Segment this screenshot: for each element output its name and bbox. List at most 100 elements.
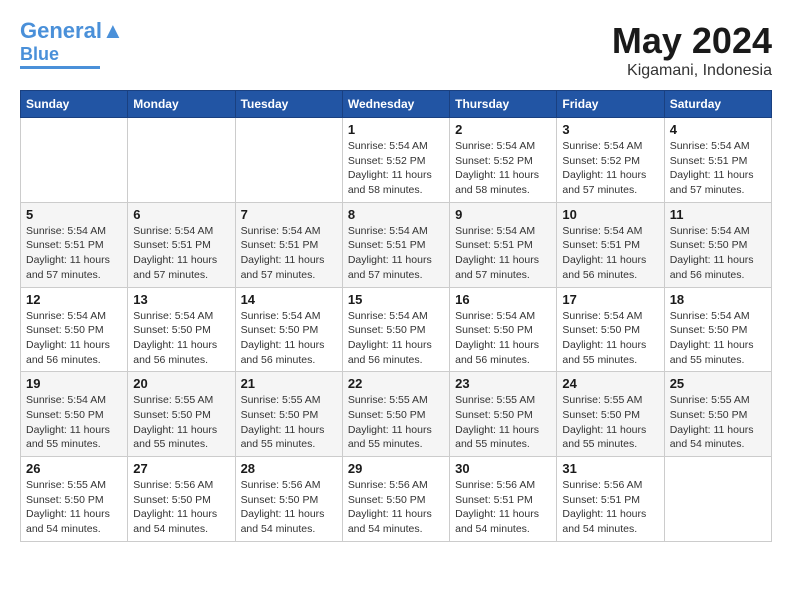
day-info: Sunrise: 5:54 AM Sunset: 5:52 PM Dayligh…	[455, 139, 551, 198]
table-row: 9 Sunrise: 5:54 AM Sunset: 5:51 PM Daylig…	[450, 202, 557, 287]
day-number: 5	[26, 207, 122, 222]
table-row: 11 Sunrise: 5:54 AM Sunset: 5:50 PM Dayli…	[664, 202, 771, 287]
table-row: 23 Sunrise: 5:55 AM Sunset: 5:50 PM Dayli…	[450, 372, 557, 457]
day-info: Sunrise: 5:54 AM Sunset: 5:51 PM Dayligh…	[241, 224, 337, 283]
col-sunday: Sunday	[21, 91, 128, 118]
day-number: 25	[670, 376, 766, 391]
table-row: 14Sunrise: 5:54 AM Sunset: 5:50 PM Dayli…	[235, 287, 342, 372]
calendar-header-row: Sunday Monday Tuesday Wednesday Thursday…	[21, 91, 772, 118]
day-number: 6	[133, 207, 229, 222]
table-row: 2 Sunrise: 5:54 AM Sunset: 5:52 PM Daylig…	[450, 118, 557, 203]
calendar-week-row: 5 Sunrise: 5:54 AM Sunset: 5:51 PM Daylig…	[21, 202, 772, 287]
logo-text: General▲ Blue	[20, 20, 124, 64]
table-row: 19 Sunrise: 5:54 AM Sunset: 5:50 PM Dayli…	[21, 372, 128, 457]
day-number: 13	[133, 292, 229, 307]
day-number: 8	[348, 207, 444, 222]
day-info: Sunrise: 5:55 AM Sunset: 5:50 PM Dayligh…	[670, 393, 766, 452]
day-number: 18	[670, 292, 766, 307]
table-row: 31 Sunrise: 5:56 AM Sunset: 5:51 PM Dayli…	[557, 457, 664, 542]
day-info: Sunrise: 5:55 AM Sunset: 5:50 PM Dayligh…	[348, 393, 444, 452]
day-number: 24	[562, 376, 658, 391]
day-info: Sunrise: 5:54 AM Sunset: 5:50 PM Dayligh…	[26, 393, 122, 452]
col-friday: Friday	[557, 91, 664, 118]
table-row: 20Sunrise: 5:55 AM Sunset: 5:50 PM Dayli…	[128, 372, 235, 457]
col-tuesday: Tuesday	[235, 91, 342, 118]
logo-general: General	[20, 18, 102, 43]
day-info: Sunrise: 5:56 AM Sunset: 5:51 PM Dayligh…	[562, 478, 658, 537]
day-info: Sunrise: 5:54 AM Sunset: 5:51 PM Dayligh…	[348, 224, 444, 283]
day-number: 11	[670, 207, 766, 222]
day-info: Sunrise: 5:55 AM Sunset: 5:50 PM Dayligh…	[455, 393, 551, 452]
calendar-week-row: 1 Sunrise: 5:54 AM Sunset: 5:52 PM Daylig…	[21, 118, 772, 203]
table-row: 28 Sunrise: 5:56 AM Sunset: 5:50 PM Dayli…	[235, 457, 342, 542]
table-row: 8 Sunrise: 5:54 AM Sunset: 5:51 PM Daylig…	[342, 202, 449, 287]
day-info: Sunrise: 5:54 AM Sunset: 5:50 PM Dayligh…	[455, 309, 551, 368]
table-row: 26Sunrise: 5:55 AM Sunset: 5:50 PM Dayli…	[21, 457, 128, 542]
table-row: 21Sunrise: 5:55 AM Sunset: 5:50 PM Dayli…	[235, 372, 342, 457]
day-number: 31	[562, 461, 658, 476]
day-number: 22	[348, 376, 444, 391]
logo-blue-text: Blue	[20, 44, 59, 64]
month-title: May 2024	[612, 20, 772, 62]
day-number: 14	[241, 292, 337, 307]
day-number: 16	[455, 292, 551, 307]
day-number: 3	[562, 122, 658, 137]
day-number: 27	[133, 461, 229, 476]
table-row: 27Sunrise: 5:56 AM Sunset: 5:50 PM Dayli…	[128, 457, 235, 542]
calendar-week-row: 26Sunrise: 5:55 AM Sunset: 5:50 PM Dayli…	[21, 457, 772, 542]
day-number: 26	[26, 461, 122, 476]
location: Kigamani, Indonesia	[612, 62, 772, 80]
table-row	[235, 118, 342, 203]
table-row	[21, 118, 128, 203]
table-row: 5 Sunrise: 5:54 AM Sunset: 5:51 PM Daylig…	[21, 202, 128, 287]
table-row: 22 Sunrise: 5:55 AM Sunset: 5:50 PM Dayli…	[342, 372, 449, 457]
day-info: Sunrise: 5:56 AM Sunset: 5:50 PM Dayligh…	[241, 478, 337, 537]
day-number: 9	[455, 207, 551, 222]
table-row: 10 Sunrise: 5:54 AM Sunset: 5:51 PM Dayli…	[557, 202, 664, 287]
table-row: 30Sunrise: 5:56 AM Sunset: 5:51 PM Dayli…	[450, 457, 557, 542]
table-row: 29Sunrise: 5:56 AM Sunset: 5:50 PM Dayli…	[342, 457, 449, 542]
day-number: 1	[348, 122, 444, 137]
day-number: 17	[562, 292, 658, 307]
table-row: 12 Sunrise: 5:54 AM Sunset: 5:50 PM Dayli…	[21, 287, 128, 372]
table-row: 18Sunrise: 5:54 AM Sunset: 5:50 PM Dayli…	[664, 287, 771, 372]
table-row: 25 Sunrise: 5:55 AM Sunset: 5:50 PM Dayli…	[664, 372, 771, 457]
table-row: 7 Sunrise: 5:54 AM Sunset: 5:51 PM Daylig…	[235, 202, 342, 287]
day-info: Sunrise: 5:54 AM Sunset: 5:52 PM Dayligh…	[348, 139, 444, 198]
day-number: 19	[26, 376, 122, 391]
logo-blue: ▲	[102, 18, 124, 43]
col-wednesday: Wednesday	[342, 91, 449, 118]
day-info: Sunrise: 5:56 AM Sunset: 5:50 PM Dayligh…	[348, 478, 444, 537]
day-info: Sunrise: 5:54 AM Sunset: 5:51 PM Dayligh…	[133, 224, 229, 283]
day-number: 28	[241, 461, 337, 476]
logo-underline	[20, 66, 100, 69]
day-number: 4	[670, 122, 766, 137]
day-info: Sunrise: 5:54 AM Sunset: 5:51 PM Dayligh…	[26, 224, 122, 283]
day-number: 7	[241, 207, 337, 222]
table-row: 13Sunrise: 5:54 AM Sunset: 5:50 PM Dayli…	[128, 287, 235, 372]
day-number: 12	[26, 292, 122, 307]
table-row: 16 Sunrise: 5:54 AM Sunset: 5:50 PM Dayli…	[450, 287, 557, 372]
col-monday: Monday	[128, 91, 235, 118]
table-row: 4 Sunrise: 5:54 AM Sunset: 5:51 PM Daylig…	[664, 118, 771, 203]
table-row	[128, 118, 235, 203]
day-number: 23	[455, 376, 551, 391]
title-block: May 2024 Kigamani, Indonesia	[612, 20, 772, 80]
day-info: Sunrise: 5:54 AM Sunset: 5:51 PM Dayligh…	[562, 224, 658, 283]
day-info: Sunrise: 5:54 AM Sunset: 5:52 PM Dayligh…	[562, 139, 658, 198]
day-info: Sunrise: 5:54 AM Sunset: 5:50 PM Dayligh…	[670, 224, 766, 283]
day-info: Sunrise: 5:54 AM Sunset: 5:51 PM Dayligh…	[455, 224, 551, 283]
table-row	[664, 457, 771, 542]
table-row: 1 Sunrise: 5:54 AM Sunset: 5:52 PM Daylig…	[342, 118, 449, 203]
day-info: Sunrise: 5:54 AM Sunset: 5:50 PM Dayligh…	[26, 309, 122, 368]
day-info: Sunrise: 5:55 AM Sunset: 5:50 PM Dayligh…	[133, 393, 229, 452]
day-info: Sunrise: 5:54 AM Sunset: 5:51 PM Dayligh…	[670, 139, 766, 198]
table-row: 24Sunrise: 5:55 AM Sunset: 5:50 PM Dayli…	[557, 372, 664, 457]
day-number: 10	[562, 207, 658, 222]
table-row: 15Sunrise: 5:54 AM Sunset: 5:50 PM Dayli…	[342, 287, 449, 372]
col-thursday: Thursday	[450, 91, 557, 118]
day-info: Sunrise: 5:54 AM Sunset: 5:50 PM Dayligh…	[562, 309, 658, 368]
day-number: 30	[455, 461, 551, 476]
calendar-table: Sunday Monday Tuesday Wednesday Thursday…	[20, 90, 772, 542]
day-number: 2	[455, 122, 551, 137]
